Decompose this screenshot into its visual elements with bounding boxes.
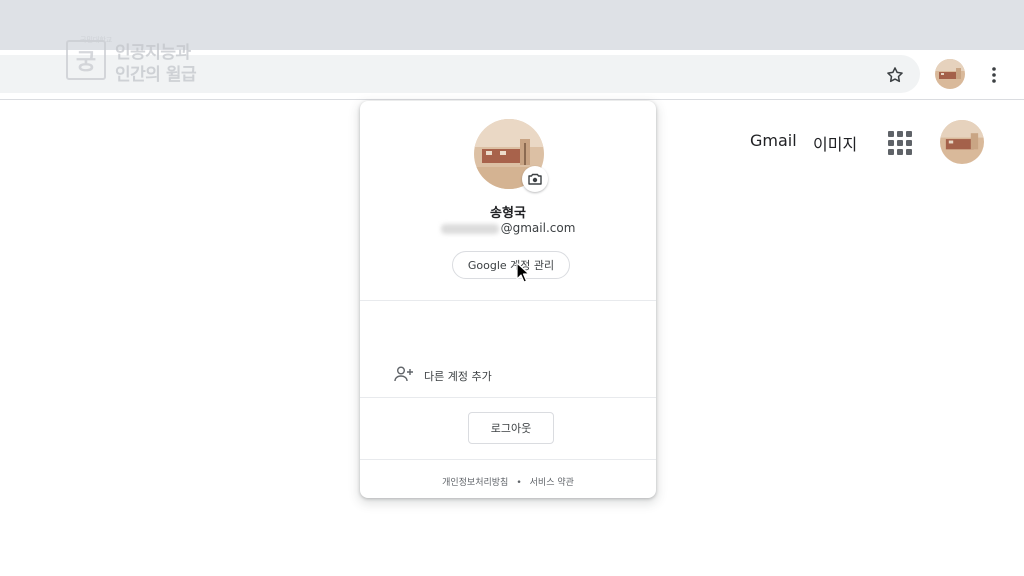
watermark: 궁 국민대학교 인공지능과 인간의 윌급 <box>66 36 236 85</box>
bookmark-star-icon[interactable] <box>882 62 908 88</box>
logout-button[interactable]: 로그아웃 <box>468 412 554 444</box>
email-domain: @gmail.com <box>500 221 576 235</box>
terms-of-service-link[interactable]: 서비스 약관 <box>530 478 574 488</box>
privacy-policy-link[interactable]: 개인정보처리방침 <box>442 478 508 488</box>
images-link[interactable]: 이미지 <box>813 131 857 155</box>
profile-avatar-button[interactable] <box>935 59 965 89</box>
gmail-link[interactable]: Gmail <box>750 131 797 150</box>
add-account-label: 다른 계정 추가 <box>424 370 492 383</box>
email-redacted <box>440 223 499 234</box>
popup-divider <box>360 459 656 460</box>
add-account-item[interactable]: 다른 계정 추가 <box>360 358 656 392</box>
account-name: 송형국 <box>490 206 526 221</box>
popup-footer: 개인정보처리방침 • 서비스 약관 <box>360 475 656 488</box>
mouse-cursor-icon <box>516 262 530 283</box>
account-popup: 송형국 @gmail.com Google 계정 관리 다른 계정 추가 로그아… <box>360 101 656 498</box>
watermark-title-line2: 인간의 윌급 <box>115 65 197 85</box>
account-avatar-button[interactable] <box>940 120 984 164</box>
manage-google-account-button[interactable]: Google 계정 관리 <box>452 251 570 279</box>
popup-divider <box>360 300 656 301</box>
camera-icon[interactable] <box>522 166 548 192</box>
person-add-icon <box>394 366 413 382</box>
watermark-small-text: 국민대학교 <box>80 36 113 44</box>
watermark-logo-icon: 궁 <box>66 40 106 80</box>
more-vert-icon[interactable] <box>984 62 1004 88</box>
popup-divider <box>360 397 656 398</box>
account-email: @gmail.com <box>360 221 656 235</box>
footer-separator: • <box>516 478 522 488</box>
apps-grid-icon[interactable] <box>888 131 912 155</box>
